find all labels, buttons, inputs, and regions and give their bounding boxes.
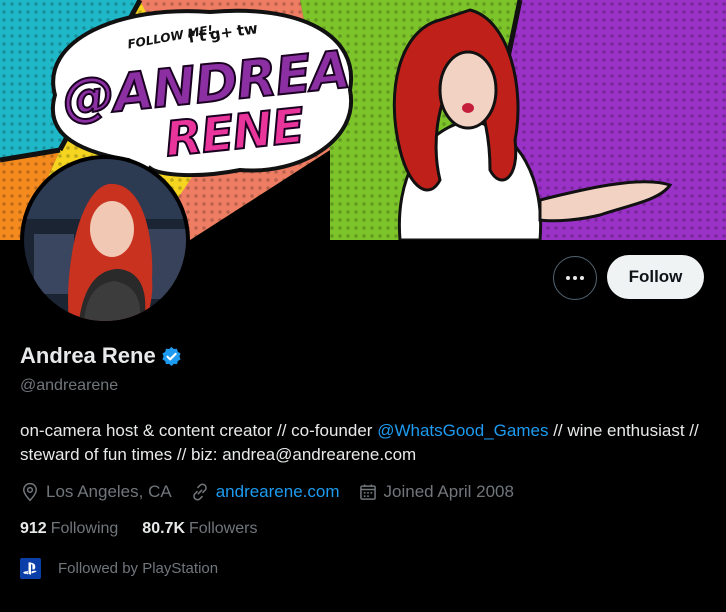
joined-text: Joined April 2008 [383, 482, 514, 501]
followers-count-link[interactable]: 80.7K Followers [142, 520, 257, 538]
more-icon [566, 276, 584, 280]
followed-by-row[interactable]: Followed by PlayStation [20, 558, 218, 579]
user-handle: @andrearene [20, 377, 119, 394]
facebook-icon: f [187, 28, 197, 47]
twitch-icon: tw [235, 19, 259, 40]
following-label: Following [50, 520, 119, 537]
website-item: andrearene.com [190, 482, 340, 502]
display-name: Andrea Rene [20, 343, 156, 368]
playstation-logo-icon [23, 562, 37, 575]
bio-mention-link[interactable]: @WhatsGood_Games [377, 421, 548, 440]
avatar[interactable] [20, 155, 190, 325]
calendar-icon [359, 484, 376, 500]
name-row: Andrea Rene [20, 343, 182, 369]
location-text: Los Angeles, CA [46, 482, 172, 501]
follow-button[interactable]: Follow [607, 255, 704, 299]
google-plus-icon: g+ [208, 22, 235, 44]
following-count: 912 [20, 520, 47, 537]
followers-label: Followers [189, 520, 258, 537]
avatar-photo [24, 159, 186, 321]
follow-counts: 912 Following 80.7K Followers [20, 520, 281, 538]
more-options-button[interactable] [553, 256, 597, 300]
playstation-avatar-icon [20, 558, 41, 579]
joined-item: Joined April 2008 [358, 482, 514, 502]
link-icon [192, 483, 207, 501]
location-icon [22, 482, 38, 502]
bio: on-camera host & content creator // co-f… [20, 419, 700, 467]
followers-count: 80.7K [142, 520, 185, 537]
location-item: Los Angeles, CA [20, 482, 172, 502]
followed-by-text: Followed by PlayStation [58, 560, 219, 577]
profile-meta: Los Angeles, CA andrearene.com Joined Ap… [20, 482, 532, 502]
verified-badge-icon[interactable] [161, 346, 182, 367]
bio-text-start: on-camera host & content creator // co-f… [20, 421, 378, 440]
following-count-link[interactable]: 912 Following [20, 520, 118, 538]
website-link[interactable]: andrearene.com [216, 482, 340, 502]
twitter-icon: t [197, 26, 208, 46]
